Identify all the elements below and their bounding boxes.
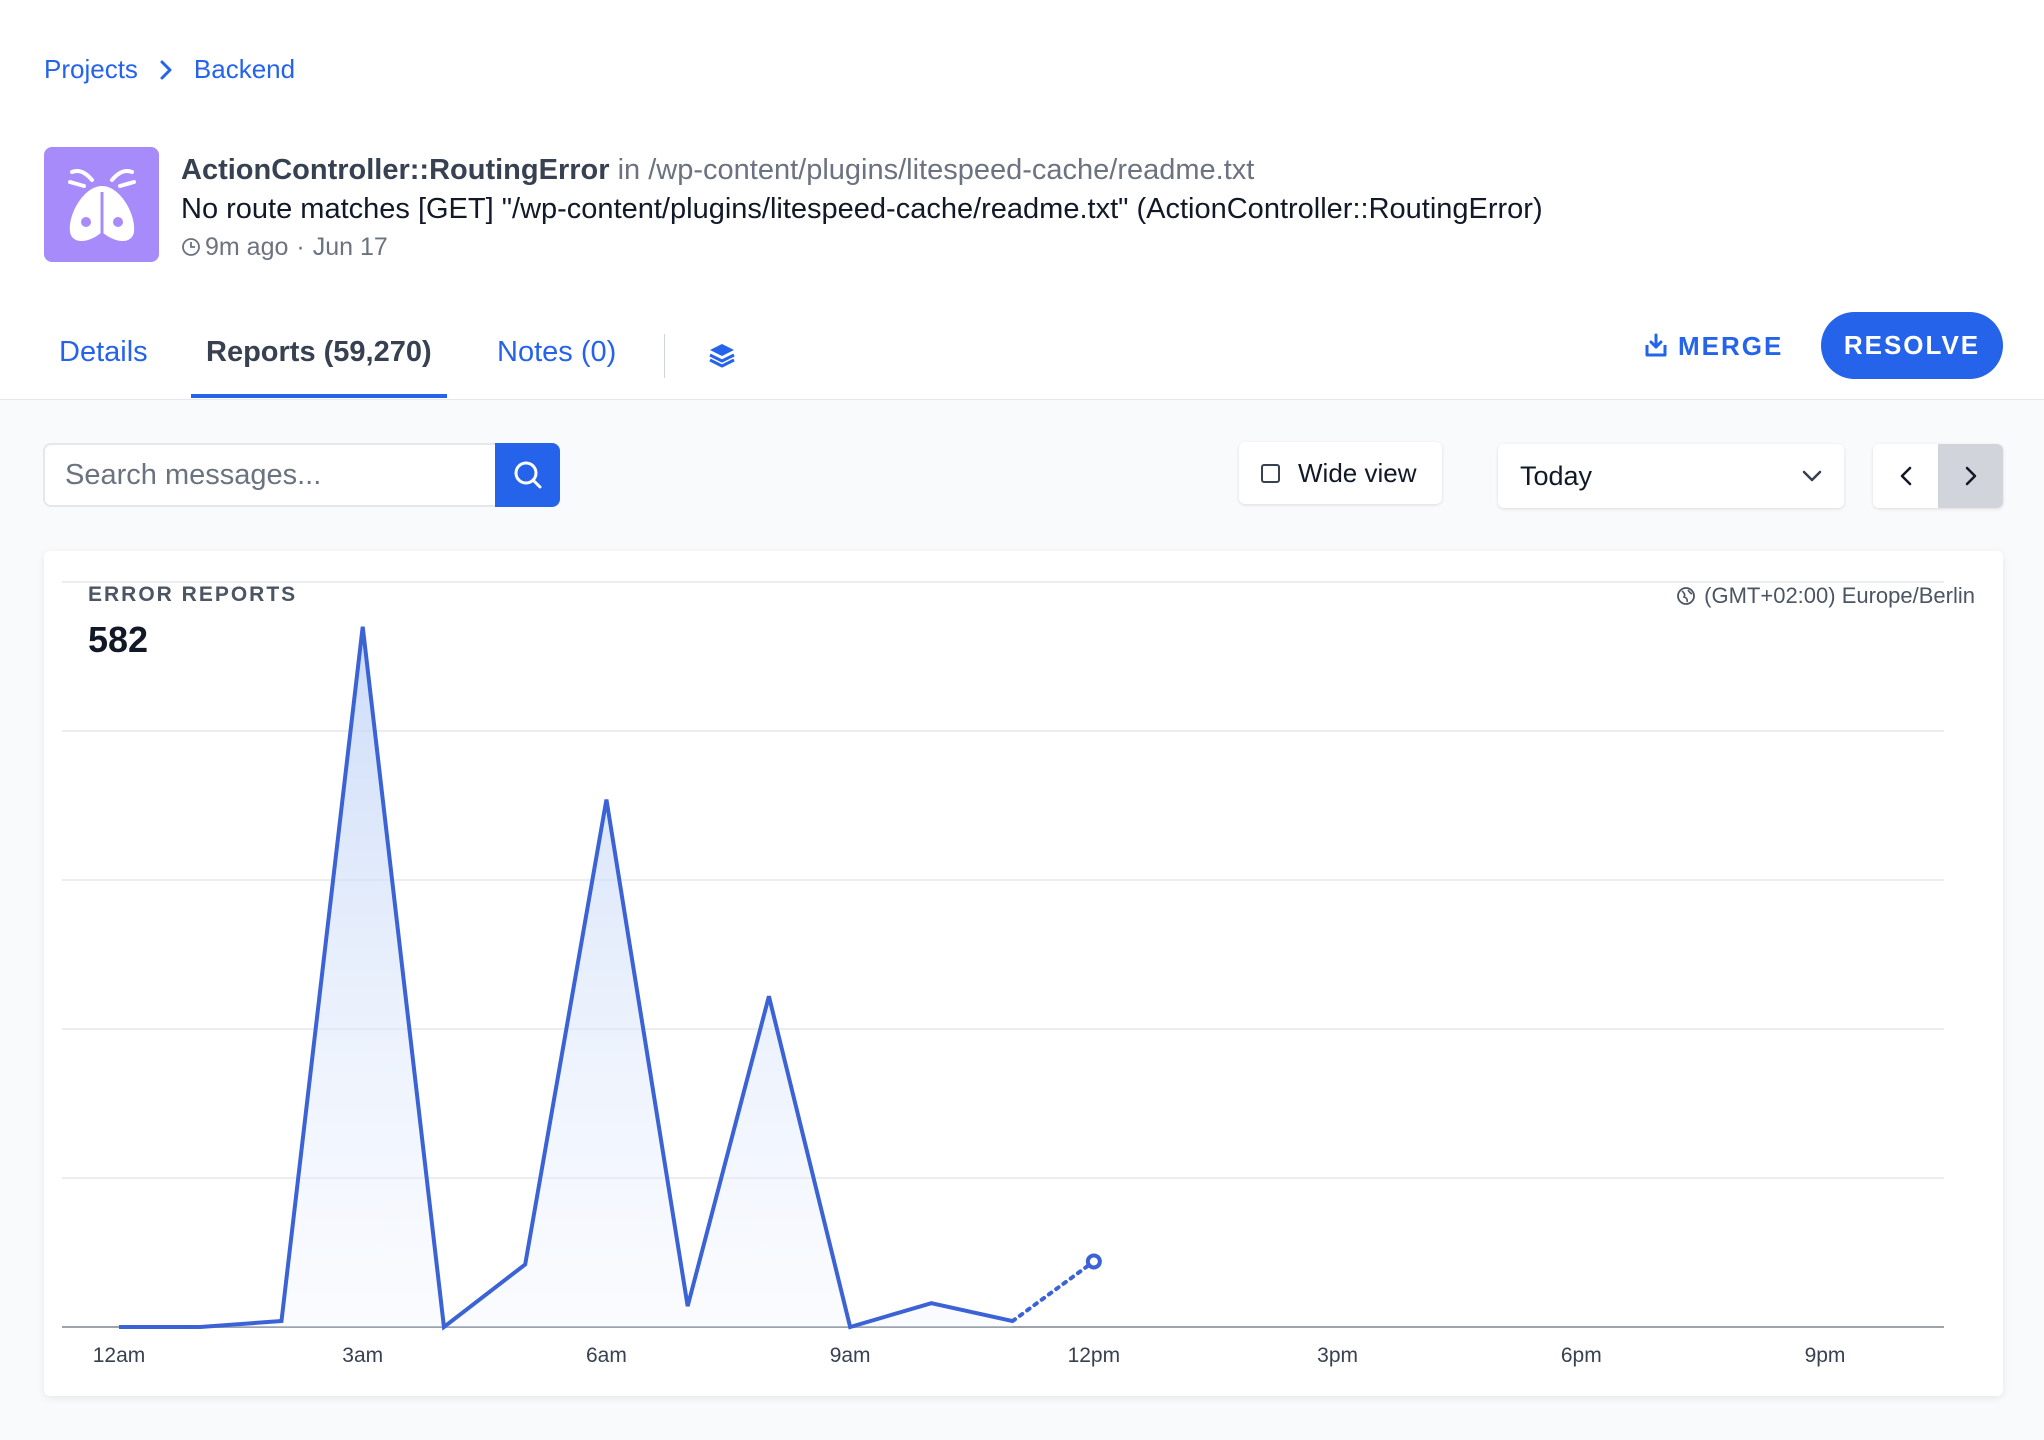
error-name: ActionController::RoutingError [181,154,610,186]
search-icon [514,461,541,489]
tab-reports[interactable]: Reports (59,270) [191,336,447,398]
error-location: /wp-content/plugins/litespeed-cache/read… [648,154,1255,186]
search-bar [43,443,560,507]
error-date: Jun 17 [312,233,388,261]
reports-content: Wide view Today 05010015020025012am3am6a… [0,400,2044,1440]
period-pager [1873,444,2003,508]
error-header: ActionController::RoutingError in /wp-co… [44,147,1543,265]
x-tick-label: 9am [830,1344,871,1367]
error-meta: 9m ago · Jun 17 [181,229,1543,265]
merge-button[interactable]: MERGE [1644,328,1783,364]
breadcrumb-projects[interactable]: Projects [44,54,138,85]
error-in-word: in [617,154,641,186]
previous-period-button[interactable] [1873,444,1938,508]
error-title: ActionController::RoutingError in /wp-co… [181,151,1543,189]
tab-details[interactable]: Details [59,336,148,398]
wide-view-label: Wide view [1298,457,1417,488]
chevron-down-icon [1802,470,1822,482]
current-point [1085,1253,1102,1270]
period-selected: Today [1520,460,1593,491]
tab-divider [664,334,665,378]
time-ago: 9m ago [205,233,289,261]
x-tick-label: 3am [342,1344,383,1367]
merge-label: MERGE [1678,330,1784,361]
period-select[interactable]: Today [1498,444,1844,508]
wide-view-checkbox[interactable] [1261,463,1280,483]
merge-icon [1645,333,1667,357]
x-tick-label: 6pm [1561,1344,1602,1367]
moth-icon [67,168,136,241]
error-reports-card: 05010015020025012am3am6am9am12pm3pm6pm9p… [44,551,2003,1396]
x-tick-label: 3pm [1317,1344,1358,1367]
next-period-button[interactable] [1938,444,2003,508]
x-tick-label: 9pm [1805,1344,1846,1367]
x-tick-label: 6am [586,1344,627,1367]
error-message: No route matches [GET] "/wp-content/plug… [181,193,1543,225]
partial-line [1010,1259,1096,1324]
tabs-bar: Details Reports (59,270) Notes (0) MERGE… [0,300,2044,400]
clock-icon [182,238,200,256]
timezone-indicator: (GMT+02:00) Europe/Berlin [1676,583,1975,609]
breadcrumb: Projects Backend [44,54,295,85]
error-reports-chart: 05010015020025012am3am6am9am12pm3pm6pm9p… [62,581,1944,1367]
breadcrumb-backend[interactable]: Backend [194,54,295,85]
chevron-right-icon [160,60,172,80]
tab-notes[interactable]: Notes (0) [497,336,616,398]
search-button[interactable] [495,443,560,507]
globe-icon [1677,587,1696,605]
layers-icon[interactable] [706,340,738,377]
chevron-right-icon [1965,466,1976,486]
search-input[interactable] [43,443,495,507]
card-label: ERROR REPORTS [88,583,298,606]
x-tick-label: 12pm [1068,1344,1121,1367]
meta-separator: · [296,233,305,261]
reports-total: 582 [88,619,149,660]
wide-view-toggle[interactable]: Wide view [1239,442,1442,504]
resolve-button[interactable]: RESOLVE [1821,312,2003,379]
avatar [44,147,159,262]
x-tick-label: 12am [93,1344,146,1367]
timezone-label: (GMT+02:00) Europe/Berlin [1704,583,1975,608]
chevron-left-icon [1900,466,1911,486]
